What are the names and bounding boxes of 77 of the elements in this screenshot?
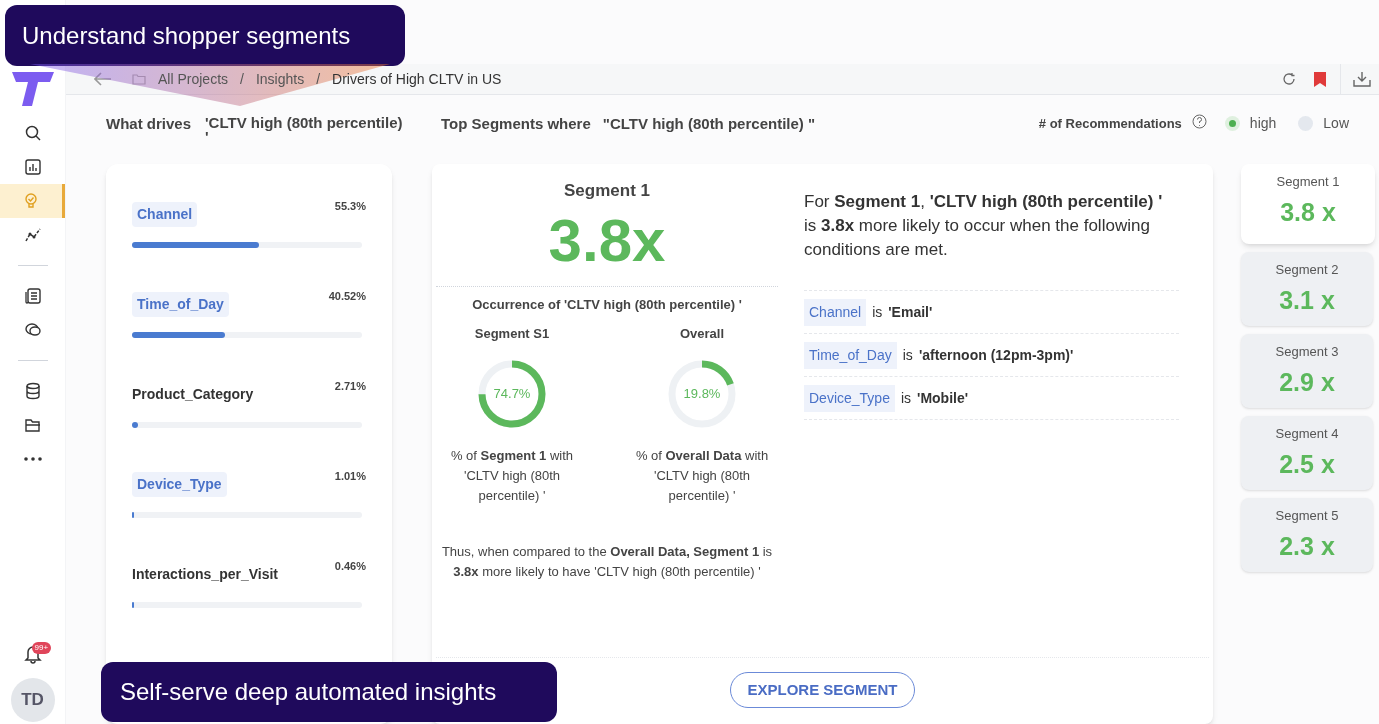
help-icon[interactable]	[1191, 114, 1207, 129]
lightbulb-icon	[22, 192, 40, 210]
segment-card[interactable]: Segment 2 3.1 x	[1241, 252, 1373, 326]
search-icon	[23, 124, 42, 142]
segment-card[interactable]: Segment 5 2.3 x	[1241, 498, 1373, 572]
feature-chip: Time_of_Day	[132, 292, 229, 317]
driver-percentage: 40.52%	[328, 289, 366, 304]
segment-lift: 2.9 x	[1279, 366, 1335, 398]
callout: Self-serve deep automated insights	[101, 662, 557, 722]
segment-lift: 3.1 x	[1279, 284, 1335, 316]
document-icon	[23, 287, 42, 305]
segment-label: Segment 5	[1275, 507, 1339, 525]
radio-button[interactable]	[1224, 116, 1240, 131]
donut-caption: % of Overall Data with 'CLTV high (80th percentile) '	[634, 446, 770, 505]
feature-chip: Channel	[804, 298, 867, 326]
condition-value: 'Email'	[888, 302, 933, 322]
column-title: Overall	[679, 325, 725, 343]
feature-chip: Channel	[132, 202, 198, 227]
notification-badge: 99+	[31, 642, 52, 654]
column-title: Segment S1	[474, 325, 550, 343]
segments-heading-label: Top Segments where	[441, 114, 591, 134]
segment-lift: 2.3 x	[1279, 530, 1335, 562]
folder-icon	[132, 73, 146, 85]
segment-card[interactable]: Segment 1 3.8 x	[1241, 164, 1375, 244]
database-icon	[23, 382, 42, 400]
driver-percentage: 2.71%	[334, 379, 366, 394]
donut-caption: % of Segment 1 with 'CLTV high (80th percentile) '	[449, 446, 575, 505]
chat-icon	[23, 321, 42, 339]
condition-operator: is	[872, 302, 883, 322]
explore-segment-button[interactable]: EXPLORE SEGMENT	[730, 672, 915, 708]
heading-target: 'CLTV high (80th percentile) '	[205, 113, 404, 144]
condition-value: 'Mobile'	[917, 388, 969, 408]
radio-label: Low	[1323, 114, 1349, 133]
condition-operator: is	[900, 388, 912, 408]
driver-percentage: 55.3%	[334, 199, 366, 214]
radio-label: high	[1249, 114, 1277, 133]
segment-label: Segment 3	[1275, 343, 1339, 361]
segment-title: Segment 1	[564, 180, 650, 202]
chart-icon	[23, 158, 42, 176]
feature-name: Interactions_per_Visit	[132, 565, 279, 584]
lift-value: 3.8x	[548, 205, 666, 276]
line-chart-icon	[23, 226, 42, 244]
segment-description: For Segment 1, 'CLTV high (80th percentile) ' is 3.8x more likely to occur when the following conditions are met.	[804, 191, 1164, 261]
recommendations-label: # of Recommendations	[1038, 115, 1182, 133]
feature-chip: Time_of_Day	[804, 341, 897, 369]
driver-percentage: 1.01%	[334, 469, 366, 484]
segment-label: Segment 2	[1275, 261, 1339, 279]
segment-lift: 2.5 x	[1279, 448, 1335, 480]
segments-heading-target: "CLTV high (80th percentile) "	[602, 114, 816, 134]
bookmark-icon[interactable]	[1314, 71, 1326, 87]
breadcrumb-separator: /	[240, 69, 244, 89]
breadcrumb-link[interactable]: All Projects	[158, 68, 229, 90]
feature-chip: Device_Type	[132, 472, 227, 497]
heading-label: What drives	[106, 114, 192, 134]
segment-label: Segment 1	[1276, 173, 1340, 191]
callout: Understand shopper segments	[5, 5, 405, 66]
donut-reading: 74.7%	[492, 384, 532, 403]
breadcrumb-separator: /	[316, 69, 321, 89]
breadcrumb-link[interactable]: Insights	[255, 68, 305, 90]
donut-reading: 19.8%	[682, 384, 722, 403]
feature-name: Product_Category	[132, 385, 254, 404]
refresh-icon[interactable]	[1282, 72, 1296, 86]
segment-label: Segment 4	[1275, 425, 1339, 443]
condition-value: 'afternoon (12pm-3pm)'	[918, 345, 1074, 365]
segment-card[interactable]: Segment 4 2.5 x	[1241, 416, 1373, 490]
occurrence-label: Occurrence of 'CLTV high (80th percentile) '	[472, 295, 742, 314]
more-icon	[23, 457, 42, 461]
download-icon[interactable]	[1353, 71, 1371, 87]
condition-operator: is	[902, 345, 913, 365]
segment-lift: 3.8 x	[1280, 196, 1336, 228]
summary-text: Thus, when compared to the Overall Data, Segment 1 is 3.8x more likely to have 'CLTV high (80th percentile) '	[440, 542, 774, 581]
segment-card[interactable]: Segment 3 2.9 x	[1241, 334, 1373, 408]
feature-chip: Device_Type	[804, 384, 895, 412]
driver-percentage: 0.46%	[334, 559, 366, 574]
back-icon[interactable]	[94, 72, 112, 86]
folder-icon	[23, 416, 42, 434]
user-avatar[interactable]: TD	[10, 678, 55, 722]
